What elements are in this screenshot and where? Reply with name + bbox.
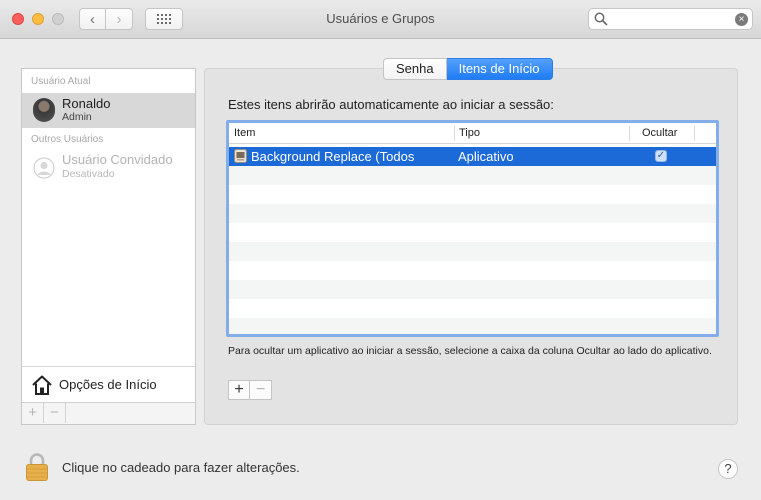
title-bar: ‹ › Usuários e Grupos ×: [0, 0, 761, 39]
item-name: Background Replace (Todos: [251, 149, 415, 164]
preferences-window: ‹ › Usuários e Grupos × Usuário Atual Ro…: [0, 0, 761, 500]
current-user-header: Usuário Atual: [31, 76, 91, 87]
table-row-empty: [229, 204, 716, 223]
add-user-button[interactable]: +: [22, 403, 44, 423]
hide-checkbox[interactable]: ✓: [655, 150, 667, 162]
login-items-description: Estes itens abrirão automaticamente ao i…: [228, 97, 554, 112]
login-options-label: Opções de Início: [59, 377, 157, 392]
clear-icon[interactable]: ×: [735, 13, 748, 26]
lock-icon[interactable]: [25, 452, 49, 482]
column-divider: [629, 126, 630, 141]
hide-hint-text: Para ocultar um aplicativo ao iniciar a …: [228, 345, 712, 357]
table-row[interactable]: Background Replace (Todos Aplicativo ✓: [229, 147, 716, 166]
column-divider: [694, 126, 695, 141]
column-header-hide[interactable]: Ocultar: [642, 127, 677, 139]
column-divider: [454, 126, 455, 141]
login-items-toolbar: + −: [228, 380, 272, 400]
checkmark-icon: ✓: [656, 150, 666, 161]
table-row-empty: [229, 261, 716, 280]
table-row-empty: [229, 166, 716, 185]
column-header-type[interactable]: Tipo: [459, 127, 480, 139]
tab-password[interactable]: Senha: [383, 58, 447, 80]
guest-user-name[interactable]: Usuário Convidado: [62, 152, 173, 167]
avatar: [33, 98, 55, 122]
house-icon: [32, 375, 52, 395]
table-row-empty: [229, 223, 716, 242]
remove-login-item-button[interactable]: −: [250, 380, 272, 400]
user-name: Ronaldo: [62, 96, 111, 111]
tab-login-items[interactable]: Itens de Início: [446, 58, 553, 80]
login-items-table[interactable]: Item Tipo Ocultar Background Replace (To…: [226, 120, 719, 337]
user-row-current[interactable]: Ronaldo Admin: [22, 93, 195, 128]
table-row-empty: [229, 299, 716, 318]
table-row-empty: [229, 318, 716, 334]
table-row-empty: [229, 280, 716, 299]
lock-message: Clique no cadeado para fazer alterações.: [62, 460, 300, 475]
table-row-empty: [229, 242, 716, 261]
search-field[interactable]: ×: [588, 8, 753, 30]
tab-bar: Senha Itens de Início: [383, 58, 553, 80]
search-icon: [594, 12, 608, 26]
app-icon: [234, 149, 247, 163]
column-header-item[interactable]: Item: [234, 127, 255, 139]
users-sidebar: Usuário Atual Ronaldo Admin Outros Usuár…: [21, 68, 196, 425]
login-options-item[interactable]: Opções de Início: [22, 366, 195, 403]
user-role: Admin: [62, 111, 92, 123]
help-icon[interactable]: ?: [718, 459, 738, 479]
add-login-item-button[interactable]: +: [228, 380, 250, 400]
item-type: Aplicativo: [458, 149, 514, 164]
table-header: Item Tipo Ocultar: [229, 123, 716, 144]
sidebar-toolbar: + −: [22, 402, 195, 424]
guest-user-icon: [33, 157, 55, 179]
remove-user-button[interactable]: −: [44, 403, 66, 423]
table-row-empty: [229, 185, 716, 204]
other-users-header: Outros Usuários: [31, 134, 104, 145]
guest-user-status: Desativado: [62, 168, 115, 180]
